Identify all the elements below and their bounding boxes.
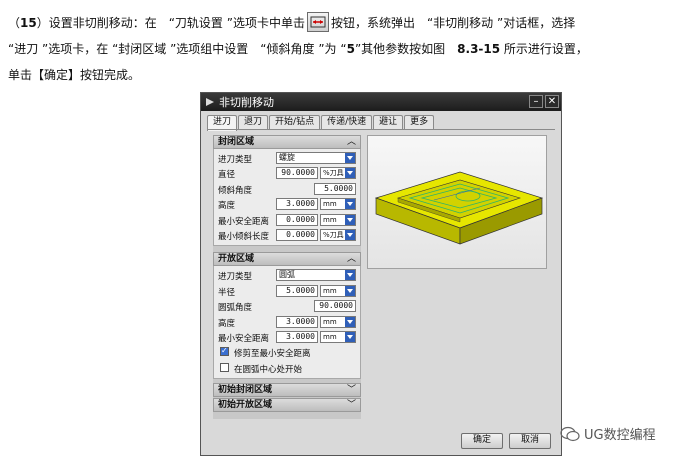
pocket-part-illustration bbox=[374, 171, 544, 245]
closed-min-ramp-length-input[interactable]: 0.0000 bbox=[276, 228, 318, 241]
closed-diameter-row: 直径 90.0000 %刀具 bbox=[214, 166, 360, 181]
dropdown-arrow-icon bbox=[345, 168, 355, 179]
closed-diameter-unit-select[interactable]: %刀具 bbox=[320, 167, 356, 180]
chevron-up-icon: ︿ bbox=[346, 137, 356, 147]
dropdown-arrow-icon bbox=[345, 214, 355, 225]
closed-ramp-angle-row: 倾斜角度 5.0000 bbox=[214, 182, 360, 197]
app-icon bbox=[206, 98, 214, 106]
closed-ramp-angle-input[interactable]: 5.0000 bbox=[314, 182, 356, 195]
open-min-clearance-unit-select[interactable]: mm bbox=[320, 330, 356, 343]
minimize-button[interactable]: – bbox=[529, 95, 543, 108]
closed-diameter-input[interactable]: 90.0000 bbox=[276, 167, 318, 180]
open-engage-type-select[interactable]: 圆弧 bbox=[276, 269, 356, 282]
paragraph-line-3: 单击【确定】按钮完成。 bbox=[8, 68, 141, 82]
initial-closed-area-header[interactable]: 初始封闭区域 ﹀ bbox=[213, 383, 361, 398]
dialog-buttons: 确定 取消 bbox=[461, 433, 551, 449]
open-height-row: 高度 3.0000 mm bbox=[214, 315, 360, 330]
open-area-header[interactable]: 开放区域 ︿ bbox=[213, 252, 361, 267]
tab-transfer-rapid[interactable]: 传递/快速 bbox=[321, 115, 373, 129]
open-radius-unit-select[interactable]: mm bbox=[320, 284, 356, 297]
non-cutting-moves-icon bbox=[306, 12, 329, 32]
open-height-input[interactable]: 3.0000 bbox=[276, 315, 318, 328]
closed-area-header[interactable]: 封闭区域 ︿ bbox=[213, 135, 361, 149]
tab-bar: 进刀 退刀 开始/钻点 传递/快速 避让 更多 bbox=[207, 115, 435, 131]
chevron-down-icon: ﹀ bbox=[346, 400, 356, 411]
tab-start-drill-points[interactable]: 开始/钻点 bbox=[269, 115, 321, 129]
wechat-icon bbox=[560, 426, 580, 441]
tab-retract[interactable]: 退刀 bbox=[238, 115, 269, 129]
chevron-down-icon: ﹀ bbox=[346, 385, 356, 396]
dropdown-arrow-icon bbox=[345, 229, 355, 240]
closed-engage-type-row: 进刀类型 螺旋 bbox=[214, 151, 360, 166]
dialog-titlebar: 非切削移动 – ✕ bbox=[201, 93, 561, 111]
paragraph-line-1: （15）设置非切削移动：在 “刀轨设置 ”选项卡中单击 按钮，系统弹出 “非切削移… bbox=[8, 10, 694, 36]
dropdown-arrow-icon bbox=[345, 270, 355, 281]
closed-min-clearance-unit-select[interactable]: mm bbox=[320, 213, 356, 226]
trim-checkbox-row[interactable]: 修剪至最小安全距离 bbox=[214, 345, 360, 360]
open-height-unit-select[interactable]: mm bbox=[320, 315, 356, 328]
dialog-title: 非切削移动 bbox=[219, 96, 274, 109]
instruction-paragraph: （15）设置非切削移动：在 “刀轨设置 ”选项卡中单击 按钮，系统弹出 “非切削移… bbox=[8, 10, 694, 88]
dropdown-arrow-icon bbox=[345, 316, 355, 327]
dropdown-arrow-icon bbox=[345, 153, 355, 163]
close-button[interactable]: ✕ bbox=[545, 95, 559, 108]
cancel-button[interactable]: 取消 bbox=[509, 433, 551, 449]
dropdown-arrow-icon bbox=[345, 199, 355, 210]
closed-height-unit-select[interactable]: mm bbox=[320, 198, 356, 211]
trim-to-min-clearance-checkbox[interactable] bbox=[220, 346, 229, 357]
initial-open-area-header[interactable]: 初始开放区域 ﹀ bbox=[213, 398, 361, 413]
preview-image bbox=[367, 135, 547, 269]
open-area-body: 进刀类型 圆弧 半径 5.0000 mm 圆弧角度 90.0000 高度 3.0… bbox=[213, 266, 361, 380]
closed-min-clearance-input[interactable]: 0.0000 bbox=[276, 213, 318, 226]
open-arc-angle-input[interactable]: 90.0000 bbox=[314, 300, 356, 313]
open-radius-input[interactable]: 5.0000 bbox=[276, 284, 318, 297]
arc-center-checkbox-row[interactable]: 在圆弧中心处开始 bbox=[214, 361, 360, 376]
paragraph-line-2: “进刀 ”选项卡，在 “封闭区域 ”选项组中设置 “倾斜角度 ”为 “5”其他参… bbox=[8, 42, 588, 56]
closed-height-row: 高度 3.0000 mm bbox=[214, 197, 360, 212]
start-at-arc-center-checkbox[interactable] bbox=[220, 362, 229, 372]
closed-height-input[interactable]: 3.0000 bbox=[276, 198, 318, 211]
tab-avoidance[interactable]: 避让 bbox=[373, 115, 404, 129]
ok-button[interactable]: 确定 bbox=[461, 433, 503, 449]
closed-engage-type-select[interactable]: 螺旋 bbox=[276, 152, 356, 164]
open-radius-row: 半径 5.0000 mm bbox=[214, 284, 360, 299]
open-arc-angle-row: 圆弧角度 90.0000 bbox=[214, 299, 360, 314]
watermark: UG数控编程 bbox=[560, 424, 656, 443]
open-min-clearance-row: 最小安全距离 3.0000 mm bbox=[214, 330, 360, 345]
dropdown-arrow-icon bbox=[345, 285, 355, 296]
open-engage-type-row: 进刀类型 圆弧 bbox=[214, 268, 360, 283]
non-cutting-moves-dialog: 非切削移动 – ✕ 进刀 退刀 开始/钻点 传递/快速 避让 更多 封闭区域 ︿… bbox=[200, 92, 562, 456]
closed-min-clearance-row: 最小安全距离 0.0000 mm bbox=[214, 213, 360, 228]
closed-area-body: 进刀类型 螺旋 直径 90.0000 %刀具 倾斜角度 5.0000 高度 3.… bbox=[213, 149, 361, 247]
tab-more[interactable]: 更多 bbox=[404, 115, 435, 129]
dropdown-arrow-icon bbox=[345, 331, 355, 342]
open-min-clearance-input[interactable]: 3.0000 bbox=[276, 330, 318, 343]
closed-min-ramp-length-row: 最小倾斜长度 0.0000 %刀具 bbox=[214, 228, 360, 243]
settings-panel: 封闭区域 ︿ 进刀类型 螺旋 直径 90.0000 %刀具 倾斜角度 5.000… bbox=[213, 135, 361, 419]
chevron-up-icon: ︿ bbox=[346, 254, 356, 265]
closed-min-ramp-length-unit-select[interactable]: %刀具 bbox=[320, 228, 356, 241]
